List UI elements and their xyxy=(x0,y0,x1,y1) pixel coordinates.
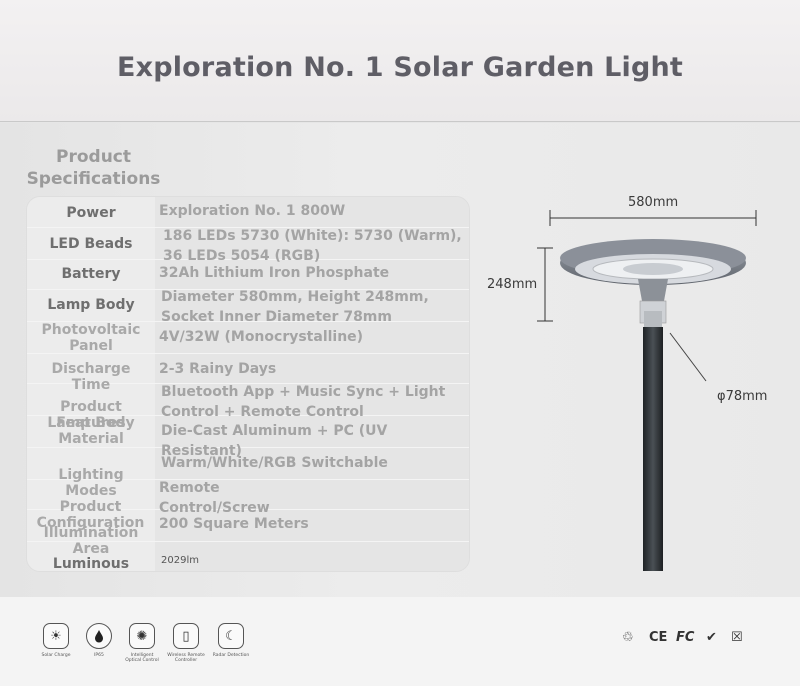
spec-label: Battery xyxy=(61,266,121,282)
spec-label: Lamp Body xyxy=(47,297,135,313)
header: Exploration No. 1 Solar Garden Light xyxy=(0,0,800,122)
height-dimension-label: 248mm xyxy=(487,277,538,292)
spec-value: 2029lm xyxy=(161,555,199,566)
spec-label: LED Beads xyxy=(49,236,133,252)
lamp-connector xyxy=(638,279,668,301)
spec-table: Power LED Beads Battery Lamp Body Photov… xyxy=(26,196,470,572)
spec-value: Diameter 580mm, Height 248mm, Socket Inn… xyxy=(161,289,429,325)
width-dimension-label: 580mm xyxy=(628,195,679,210)
spec-value: Warm/White/RGB Switchable xyxy=(161,455,388,471)
spec-value: Exploration No. 1 800W xyxy=(159,203,346,219)
remote-control-icon: ▯ xyxy=(173,623,199,649)
spec-label: Lighting Modes xyxy=(58,467,124,499)
spec-value: 32Ah Lithium Iron Phosphate xyxy=(159,265,390,281)
pole-pointer-line xyxy=(669,332,707,382)
feature-solar-charge: ☀ Solar Charge xyxy=(36,623,76,658)
lamp-diagram xyxy=(537,210,757,571)
fcc-mark-icon: FC xyxy=(676,630,695,645)
spec-label: Lamp Body Material xyxy=(47,415,135,447)
spec-label: Illumination Area xyxy=(43,525,139,557)
solar-charge-icon: ☀ xyxy=(43,623,69,649)
lamp-pole xyxy=(643,327,663,571)
spec-label: Power xyxy=(66,205,116,221)
feature-caption: Solar Charge xyxy=(41,653,71,658)
spec-label: Discharge Time xyxy=(51,361,131,393)
spec-value: Bluetooth App + Music Sync + Light Contr… xyxy=(161,384,446,420)
feature-caption: IP65 xyxy=(94,653,104,658)
ce-mark-icon: CE xyxy=(649,630,668,645)
spec-value: 186 LEDs 5730 (White): 5730 (Warm), 36 L… xyxy=(163,228,462,264)
spec-label: Luminous Flux xyxy=(52,556,130,572)
feature-caption: Wireless Remote Controller xyxy=(167,653,205,663)
feature-waterproof: IP65 xyxy=(79,623,119,658)
feature-caption: Radar Detection xyxy=(212,653,250,658)
spec-value: 4V/32W (Monocrystalline) xyxy=(159,329,364,345)
feature-radar-detection: ☾ Radar Detection xyxy=(211,623,251,658)
page-title: Exploration No. 1 Solar Garden Light xyxy=(116,52,684,83)
light-control-icon: ✺ xyxy=(129,623,155,649)
product-page: Exploration No. 1 Solar Garden Light Pro… xyxy=(0,0,800,686)
footer: ☀ Solar Charge IP65 ✺ Intelligent Optica… xyxy=(0,597,800,686)
section-title: Product Specifications xyxy=(26,147,161,189)
rohs-mark-icon: ✔ xyxy=(706,630,717,645)
radar-detection-icon: ☾ xyxy=(218,623,244,649)
recycle-icon: ♲ xyxy=(622,630,634,645)
spec-label: Photovoltaic Panel xyxy=(41,322,141,354)
spec-value: 2-3 Rainy Days xyxy=(159,361,277,377)
feature-caption: Intelligent Optical Control xyxy=(125,653,159,663)
specifications-section: Product Specifications Power LED Beads B… xyxy=(0,123,800,597)
waterproof-icon xyxy=(86,623,112,649)
spec-value: Remote Control/Screw xyxy=(159,480,270,516)
feature-light-control: ✺ Intelligent Optical Control xyxy=(122,623,162,663)
weee-bin-icon: ☒ xyxy=(731,630,743,645)
spec-value: 200 Square Meters xyxy=(159,516,309,532)
pole-diameter-label: φ78mm xyxy=(717,389,768,404)
feature-remote-control: ▯ Wireless Remote Controller xyxy=(166,623,206,663)
